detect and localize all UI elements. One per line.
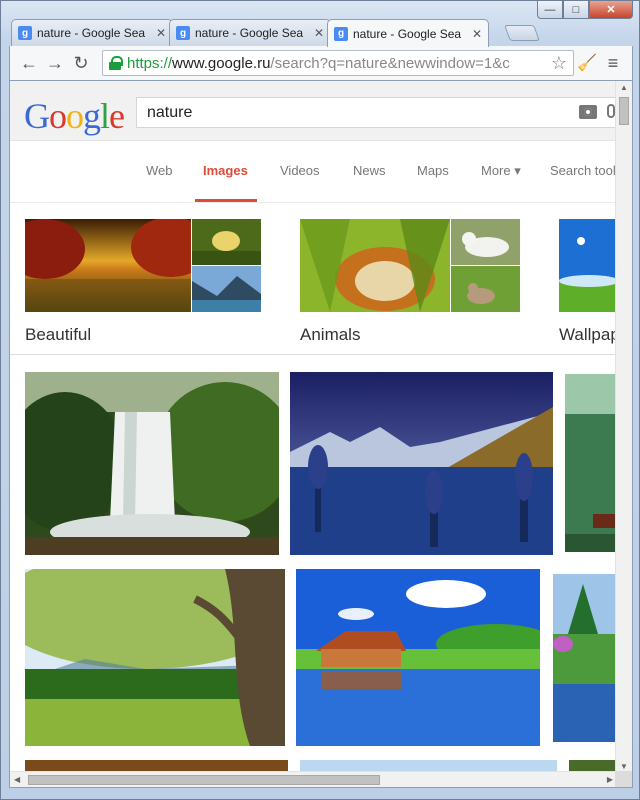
category-beautiful[interactable]: Beautiful <box>25 219 261 349</box>
lock-icon <box>109 56 123 70</box>
address-bar[interactable]: https://www.google.ru/search?q=nature&ne… <box>102 50 574 76</box>
search-header: Google nature <box>10 81 626 141</box>
vertical-scrollbar[interactable]: ▲ ▼ <box>615 81 632 773</box>
result-image-mountain-lake[interactable] <box>290 372 553 555</box>
back-button[interactable]: ← <box>16 50 42 76</box>
result-image-forest-bench[interactable] <box>565 374 617 552</box>
category-image <box>300 219 450 312</box>
tab-more[interactable]: More ▾ <box>481 163 521 179</box>
new-tab-button[interactable] <box>504 25 540 41</box>
google-logo[interactable]: Google <box>24 95 125 137</box>
category-label: Beautiful <box>25 325 92 344</box>
tab-title: nature - Google Sea <box>37 26 146 40</box>
reload-button[interactable]: ↻ <box>68 50 94 76</box>
search-nav: Web Images Videos News Maps More ▾ Searc… <box>10 141 622 203</box>
google-favicon-icon: g <box>334 26 348 41</box>
scroll-left-icon[interactable]: ◀ <box>14 775 20 784</box>
google-favicon-icon: g <box>18 26 32 40</box>
url-host: www.google.ru <box>172 54 271 72</box>
browser-toolbar: ← → ↻ https://www.google.ru/search?q=nat… <box>9 46 633 80</box>
browser-window: g nature - Google Sea ✕ g nature - Googl… <box>0 0 640 800</box>
google-favicon-icon: g <box>176 26 190 40</box>
close-window-button[interactable]: ✕ <box>589 1 633 19</box>
page-viewport: Google nature Web Images Videos News Map… <box>9 80 633 788</box>
broom-extension-icon[interactable]: 🧹 <box>574 50 600 76</box>
category-label: Animals <box>300 325 361 344</box>
tab-videos[interactable]: Videos <box>280 163 320 178</box>
forward-button[interactable]: → <box>42 50 68 76</box>
scroll-right-icon[interactable]: ▶ <box>607 775 613 784</box>
result-image-lake-house[interactable] <box>296 569 540 746</box>
browser-tab-active[interactable]: g nature - Google Sea ✕ <box>327 19 489 47</box>
category-image <box>451 219 520 265</box>
tab-images[interactable]: Images <box>203 163 248 178</box>
window-controls: — □ ✕ <box>537 1 633 19</box>
horizontal-scroll-thumb[interactable] <box>28 775 380 785</box>
search-input[interactable]: nature <box>136 97 626 128</box>
tab-strip: g nature - Google Sea ✕ g nature - Googl… <box>11 19 540 47</box>
close-tab-icon[interactable]: ✕ <box>156 26 166 40</box>
search-query: nature <box>147 103 193 121</box>
url-path: /search?q=nature&newwindow=1&c <box>270 54 510 72</box>
tab-search-tools[interactable]: Search tools <box>550 163 622 178</box>
bookmark-star-icon[interactable]: ☆ <box>546 52 567 74</box>
tab-maps[interactable]: Maps <box>417 163 449 178</box>
result-image-oak-tree[interactable] <box>25 569 285 746</box>
category-strip: Beautiful Animals Wallpaper <box>10 203 632 355</box>
category-image <box>559 219 617 312</box>
category-image <box>25 219 191 312</box>
tab-news[interactable]: News <box>353 163 386 178</box>
scrollbar-corner <box>615 771 632 787</box>
camera-icon[interactable] <box>579 105 597 119</box>
category-animals[interactable]: Animals <box>300 219 520 349</box>
tab-title: nature - Google Sea <box>353 26 462 41</box>
result-image-waterfall[interactable] <box>25 372 279 555</box>
maximize-button[interactable]: □ <box>563 1 589 19</box>
close-tab-icon[interactable]: ✕ <box>314 26 324 40</box>
scroll-up-icon[interactable]: ▲ <box>620 83 628 92</box>
menu-icon[interactable]: ≡ <box>600 50 626 76</box>
microphone-icon[interactable] <box>607 104 615 118</box>
result-image-mountain-pond[interactable] <box>553 574 617 742</box>
tab-web[interactable]: Web <box>146 163 173 178</box>
close-tab-icon[interactable]: ✕ <box>472 27 482 41</box>
active-tab-underline <box>195 199 257 202</box>
browser-tab-2[interactable]: g nature - Google Sea ✕ <box>169 19 331 46</box>
category-image <box>192 266 261 312</box>
browser-tab-1[interactable]: g nature - Google Sea ✕ <box>11 19 173 46</box>
tab-title: nature - Google Sea <box>195 26 304 40</box>
scroll-down-icon[interactable]: ▼ <box>620 762 628 771</box>
category-image <box>451 266 520 312</box>
category-wallpaper[interactable]: Wallpaper <box>559 219 632 349</box>
vertical-scroll-thumb[interactable] <box>619 97 629 125</box>
category-image <box>192 219 261 265</box>
horizontal-scrollbar[interactable]: ◀ ▶ <box>10 771 617 787</box>
minimize-button[interactable]: — <box>537 1 563 19</box>
url-scheme: https:// <box>127 54 173 72</box>
